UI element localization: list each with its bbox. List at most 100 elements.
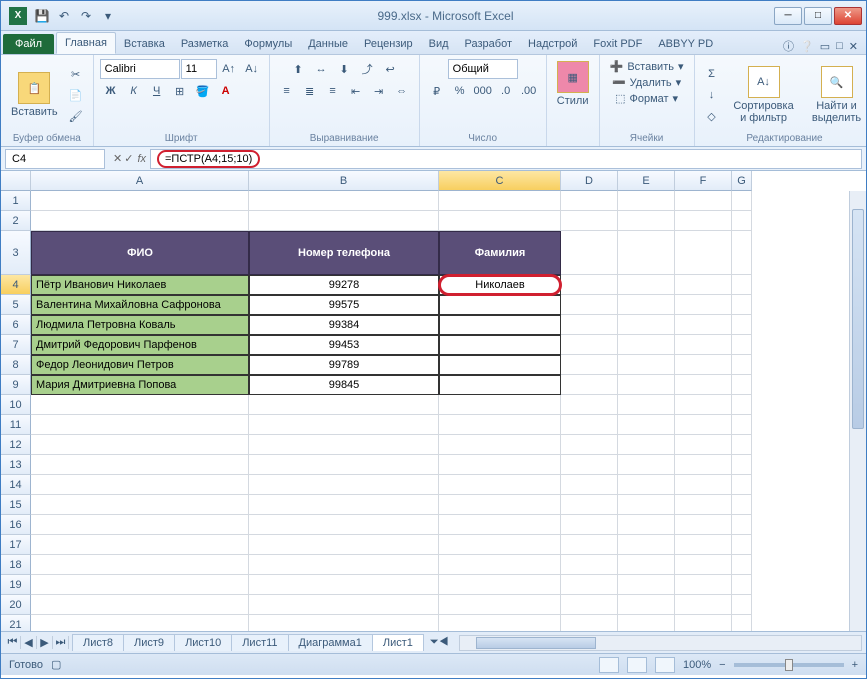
cut-icon[interactable]: ✂ <box>65 64 87 84</box>
cell[interactable] <box>561 435 618 455</box>
cell[interactable] <box>675 455 732 475</box>
cell[interactable] <box>732 355 752 375</box>
cell-surname[interactable] <box>439 295 561 315</box>
cell[interactable] <box>618 395 675 415</box>
cell[interactable] <box>249 211 439 231</box>
underline-icon[interactable]: Ч <box>146 81 168 101</box>
view-pagelayout-icon[interactable] <box>627 657 647 673</box>
cell-surname[interactable] <box>439 315 561 335</box>
close-button[interactable]: ✕ <box>834 7 862 25</box>
cell[interactable] <box>249 555 439 575</box>
tab-developer[interactable]: Разработ <box>457 34 520 54</box>
cell[interactable] <box>732 455 752 475</box>
insert-cells-button[interactable]: ➕ Вставить ▾ <box>606 59 688 74</box>
cell[interactable] <box>31 555 249 575</box>
cell[interactable] <box>31 455 249 475</box>
view-normal-icon[interactable] <box>599 657 619 673</box>
cell[interactable] <box>249 495 439 515</box>
cell[interactable] <box>732 275 752 295</box>
border-icon[interactable]: ⊞ <box>169 81 191 101</box>
fill-color-icon[interactable]: 🪣 <box>192 81 214 101</box>
sheet-tab[interactable]: Диаграмма1 <box>288 634 373 651</box>
cell[interactable] <box>618 275 675 295</box>
cell[interactable] <box>561 415 618 435</box>
decrease-decimal-icon[interactable]: .00 <box>518 81 540 101</box>
cell[interactable] <box>561 475 618 495</box>
cell[interactable] <box>732 191 752 211</box>
col-header-d[interactable]: D <box>561 171 618 191</box>
cell[interactable] <box>675 295 732 315</box>
table-header-phone[interactable]: Номер телефона <box>249 231 439 275</box>
cell[interactable] <box>675 415 732 435</box>
cell[interactable] <box>675 615 732 631</box>
macro-record-icon[interactable]: ▢ <box>51 658 61 671</box>
align-center-icon[interactable]: ≣ <box>299 81 321 101</box>
row-header[interactable]: 14 <box>1 475 31 495</box>
cell[interactable] <box>561 395 618 415</box>
cell[interactable] <box>561 535 618 555</box>
cell[interactable] <box>618 595 675 615</box>
cell[interactable] <box>31 395 249 415</box>
cell[interactable] <box>732 555 752 575</box>
cell[interactable] <box>618 375 675 395</box>
cell[interactable] <box>561 231 618 275</box>
sort-filter-button[interactable]: A↓ Сортировка и фильтр <box>726 64 802 126</box>
cell[interactable] <box>618 495 675 515</box>
vertical-scrollbar[interactable] <box>849 191 866 631</box>
cell[interactable] <box>618 315 675 335</box>
cell[interactable] <box>249 415 439 435</box>
cell[interactable] <box>618 535 675 555</box>
format-cells-button[interactable]: ⬚ Формат ▾ <box>611 91 682 106</box>
scroll-thumb[interactable] <box>852 209 864 429</box>
grow-font-icon[interactable]: A↑ <box>218 59 240 79</box>
cell[interactable] <box>439 535 561 555</box>
cell-fio[interactable]: Людмила Петровна Коваль <box>31 315 249 335</box>
fill-icon[interactable]: ↓ <box>701 85 723 105</box>
cell-phone[interactable]: 99845 <box>249 375 439 395</box>
cell[interactable] <box>732 415 752 435</box>
wrap-text-icon[interactable]: ↩ <box>379 59 401 79</box>
cell[interactable] <box>675 191 732 211</box>
cell[interactable] <box>618 435 675 455</box>
cell[interactable] <box>618 455 675 475</box>
row-header[interactable]: 20 <box>1 595 31 615</box>
cell[interactable] <box>618 335 675 355</box>
row-header[interactable]: 10 <box>1 395 31 415</box>
number-format-select[interactable]: Общий <box>448 59 518 79</box>
scroll-thumb[interactable] <box>476 637 596 649</box>
cell[interactable] <box>561 495 618 515</box>
cell[interactable] <box>31 435 249 455</box>
cell[interactable] <box>675 275 732 295</box>
cell[interactable] <box>31 515 249 535</box>
cell-fio[interactable]: Дмитрий Федорович Парфенов <box>31 335 249 355</box>
cell[interactable] <box>675 231 732 275</box>
italic-icon[interactable]: К <box>123 81 145 101</box>
cell[interactable] <box>439 595 561 615</box>
cell[interactable] <box>249 475 439 495</box>
row-header[interactable]: 18 <box>1 555 31 575</box>
align-right-icon[interactable]: ≡ <box>322 81 344 101</box>
cell-fio[interactable]: Валентина Михайловна Сафронова <box>31 295 249 315</box>
doc-minimize-icon[interactable]: ▭ <box>820 40 830 53</box>
tab-foxit[interactable]: Foxit PDF <box>585 34 650 54</box>
col-header-e[interactable]: E <box>618 171 675 191</box>
cell[interactable] <box>439 475 561 495</box>
row-header[interactable]: 13 <box>1 455 31 475</box>
delete-cells-button[interactable]: ➖ Удалить ▾ <box>608 75 685 90</box>
row-header[interactable]: 7 <box>1 335 31 355</box>
ribbon-minimize-icon[interactable]: ⓘ <box>783 38 794 54</box>
cell[interactable] <box>439 395 561 415</box>
cell[interactable] <box>732 375 752 395</box>
qat-redo-icon[interactable]: ↷ <box>75 5 97 27</box>
zoom-in-icon[interactable]: + <box>852 659 858 671</box>
cell[interactable] <box>439 435 561 455</box>
cell-phone[interactable]: 99575 <box>249 295 439 315</box>
help-icon[interactable]: ❔ <box>800 40 814 53</box>
cell[interactable] <box>675 535 732 555</box>
cell[interactable] <box>249 191 439 211</box>
cell[interactable] <box>561 455 618 475</box>
autosum-icon[interactable]: Σ <box>701 64 723 84</box>
row-header[interactable]: 3 <box>1 231 31 275</box>
maximize-button[interactable]: □ <box>804 7 832 25</box>
cell-phone[interactable]: 99789 <box>249 355 439 375</box>
